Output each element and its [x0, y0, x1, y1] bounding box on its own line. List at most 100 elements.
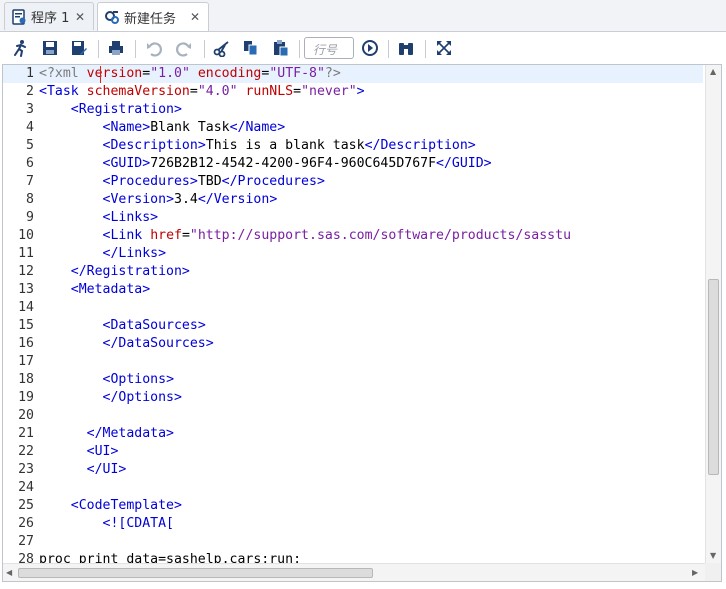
close-icon[interactable]: ✕: [190, 10, 200, 24]
scroll-up-icon[interactable]: ▲: [710, 67, 716, 76]
copy-icon[interactable]: [241, 38, 261, 58]
line-number: 9: [26, 210, 34, 225]
code-line[interactable]: 25 <CodeTemplate>: [3, 497, 703, 515]
line-number: 28: [18, 552, 34, 563]
code-line[interactable]: 10 <Link href="http://support.sas.com/so…: [3, 227, 703, 245]
toolbar-separator: [299, 40, 300, 58]
line-number: 6: [26, 156, 34, 171]
tab-program-1[interactable]: 程序 1 ✕: [4, 2, 94, 30]
code-line[interactable]: 5 <Description>This is a blank task</Des…: [3, 137, 703, 155]
editor-lines[interactable]: 1 <?xml version="1.0" encoding="UTF-8"?> 2…: [3, 65, 703, 563]
code-line[interactable]: 11 </Links>: [3, 245, 703, 263]
code-line[interactable]: 3 <Registration>: [3, 101, 703, 119]
line-number: 12: [18, 264, 34, 279]
line-code: <Description>This is a blank task</Descr…: [102, 138, 476, 153]
code-line[interactable]: 17: [3, 353, 703, 371]
line-number: 20: [18, 408, 34, 423]
paste-icon[interactable]: [271, 38, 291, 58]
code-editor[interactable]: 1 <?xml version="1.0" encoding="UTF-8"?> 2…: [2, 64, 722, 582]
line-number: 4: [26, 120, 34, 135]
cut-icon[interactable]: [212, 38, 232, 58]
toolbar-separator: [135, 40, 136, 58]
code-line[interactable]: 26 <![CDATA[: [3, 515, 703, 533]
code-line[interactable]: 8 <Version>3.4</Version>: [3, 191, 703, 209]
line-number: 23: [18, 462, 34, 477]
undo-icon[interactable]: [144, 38, 164, 58]
line-code: </UI>: [86, 462, 127, 477]
code-line[interactable]: 9 <Links>: [3, 209, 703, 227]
line-code: </Metadata>: [86, 426, 174, 441]
code-line[interactable]: 14: [3, 299, 703, 317]
tab-new-task[interactable]: 新建任务 ✕: [97, 2, 209, 31]
line-number: 25: [18, 498, 34, 513]
close-icon[interactable]: ✕: [75, 10, 85, 24]
task-icon: [104, 9, 120, 25]
goto-line-input[interactable]: 行号: [304, 37, 354, 59]
code-line[interactable]: 20: [3, 407, 703, 425]
line-code: <Procedures>TBD</Procedures>: [102, 174, 325, 189]
toolbar-separator: [204, 40, 205, 58]
code-line[interactable]: 22 <UI>: [3, 443, 703, 461]
print-icon[interactable]: [106, 38, 126, 58]
line-code: </Options>: [102, 390, 182, 405]
maximize-icon[interactable]: [434, 38, 454, 58]
line-code: <Metadata>: [70, 282, 151, 297]
scroll-left-icon[interactable]: ◀: [6, 568, 12, 577]
line-code: </Registration>: [70, 264, 190, 279]
vertical-scroll-thumb[interactable]: [708, 279, 719, 475]
line-number: 21: [18, 426, 34, 441]
code-line[interactable]: 21 </Metadata>: [3, 425, 703, 443]
line-number: 2: [26, 84, 34, 99]
code-line[interactable]: 12 </Registration>: [3, 263, 703, 281]
line-code: <DataSources>: [102, 318, 206, 333]
horizontal-scrollbar[interactable]: ◀ ▶: [3, 563, 705, 581]
line-code: <![CDATA[: [102, 516, 174, 531]
line-number: 22: [18, 444, 34, 459]
toolbar: [0, 32, 726, 64]
vertical-scrollbar[interactable]: ▲ ▼: [705, 65, 721, 563]
code-line[interactable]: 16 </DataSources>: [3, 335, 703, 353]
line-code: </Links>: [102, 246, 167, 261]
scroll-right-icon[interactable]: ▶: [692, 568, 698, 577]
line-number: 17: [18, 354, 34, 369]
code-line[interactable]: 28 proc print data=sashelp.cars;run;: [3, 551, 703, 563]
binoculars-icon[interactable]: [396, 38, 416, 58]
line-number: 10: [18, 228, 34, 243]
code-line[interactable]: 13 <Metadata>: [3, 281, 703, 299]
code-line[interactable]: 2 <Task schemaVersion="4.0" runNLS="never…: [3, 83, 703, 101]
line-number: 3: [26, 102, 34, 117]
code-line[interactable]: 18 <Options>: [3, 371, 703, 389]
line-number: 1: [26, 66, 34, 81]
go-icon[interactable]: [360, 38, 380, 58]
scrollbar-corner: [705, 563, 721, 581]
code-line[interactable]: 23 </UI>: [3, 461, 703, 479]
line-number: 24: [18, 480, 34, 495]
line-number: 19: [18, 390, 34, 405]
line-code: proc print data=sashelp.cars;run;: [39, 552, 302, 563]
toolbar-separator: [98, 40, 99, 58]
run-icon[interactable]: [10, 38, 30, 58]
scroll-down-icon[interactable]: ▼: [710, 551, 716, 560]
line-code: <?xml version="1.0" encoding="UTF-8"?>: [39, 66, 341, 81]
save-icon[interactable]: [40, 38, 60, 58]
code-line[interactable]: 1 <?xml version="1.0" encoding="UTF-8"?>: [3, 65, 703, 83]
line-number: 11: [18, 246, 34, 261]
line-code: <Name>Blank Task</Name>: [102, 120, 286, 135]
line-code: <UI>: [86, 444, 119, 459]
code-line[interactable]: 6 <GUID>726B2B12-4542-4200-96F4-960C645D…: [3, 155, 703, 173]
code-line[interactable]: 4 <Name>Blank Task</Name>: [3, 119, 703, 137]
redo-icon[interactable]: [174, 38, 194, 58]
code-line[interactable]: 7 <Procedures>TBD</Procedures>: [3, 173, 703, 191]
code-line[interactable]: 24: [3, 479, 703, 497]
code-line[interactable]: 19 </Options>: [3, 389, 703, 407]
save-as-icon[interactable]: [69, 38, 89, 58]
code-line[interactable]: 27: [3, 533, 703, 551]
code-line[interactable]: 15 <DataSources>: [3, 317, 703, 335]
line-number: 15: [18, 318, 34, 333]
tab-label: 程序 1: [31, 11, 70, 26]
toolbar-separator: [425, 40, 426, 58]
line-code: </DataSources>: [102, 336, 214, 351]
horizontal-scroll-thumb[interactable]: [18, 568, 373, 578]
tab-strip: 程序 1 ✕ 新建任务 ✕: [0, 0, 726, 32]
tab-label: 新建任务: [124, 11, 177, 27]
